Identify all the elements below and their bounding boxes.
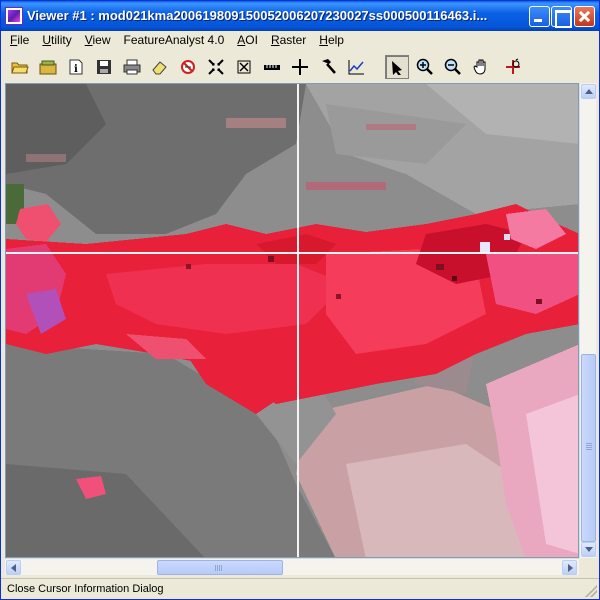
info-icon: i [69,59,83,75]
select-arrow-tool[interactable] [385,55,409,79]
menu-utility[interactable]: Utility [36,32,78,49]
ruler-tool[interactable] [260,55,284,79]
cursor-crosshair-vertical[interactable] [297,84,299,557]
vertical-scroll-thumb[interactable] [581,354,596,542]
clear-tool[interactable] [176,55,200,79]
image-viewport[interactable] [5,83,579,558]
hammer-icon [322,59,336,74]
menu-help[interactable]: Help [313,32,351,49]
crosshair-icon [292,59,308,75]
menu-file[interactable]: File [4,32,36,49]
profile-icon [348,60,364,75]
inquire-cursor-icon [506,58,520,74]
select-arrow-icon [392,61,402,75]
menu-aoi[interactable]: AOI [231,32,265,49]
hammer-tool[interactable] [316,55,340,79]
open-layer-tool[interactable] [36,55,60,79]
menu-featureanalyst[interactable]: FeatureAnalyst 4.0 [118,32,232,49]
menu-raster[interactable]: Raster [265,32,313,49]
vertical-scrollbar[interactable] [579,83,596,558]
shrink-tool[interactable] [204,55,228,79]
open-folder-icon [11,62,29,74]
scroll-left-button[interactable] [6,560,21,575]
menu-bar: File Utility View FeatureAnalyst 4.0 AOI… [1,31,599,50]
info-tool[interactable]: i [64,55,88,79]
profile-tool[interactable] [344,55,368,79]
toolbar: i [1,53,599,81]
arrow-left-icon [11,564,16,572]
minimize-button[interactable] [529,6,550,27]
resize-grip-icon[interactable] [585,585,597,597]
save-icon [97,60,111,74]
arrow-down-icon [585,547,593,552]
pan-hand-icon [473,59,486,75]
viewer-window: Viewer #1 : mod021kma2006198091500520062… [0,0,600,600]
scroll-right-button[interactable] [562,560,577,575]
crosshair-tool[interactable] [288,55,312,79]
satellite-image [6,84,578,557]
ruler-icon [264,65,280,70]
horizontal-scrollbar[interactable] [5,558,579,575]
save-tool[interactable] [92,55,116,79]
shrink-icon [208,59,224,75]
app-icon[interactable] [5,7,23,25]
arrow-right-icon [568,564,573,572]
fit-tool[interactable] [232,55,256,79]
grip-icon [586,443,592,450]
eraser-tool[interactable] [148,55,172,79]
maximize-button[interactable] [551,6,572,28]
cursor-crosshair-horizontal[interactable] [6,252,578,254]
scroll-up-button[interactable] [581,84,596,99]
zoom-in-icon [416,58,433,75]
zoom-in-tool[interactable] [413,55,437,79]
menu-view[interactable]: View [79,32,118,49]
status-text: Close Cursor Information Dialog [7,583,164,595]
zoom-out-tool[interactable] [441,55,465,79]
close-icon [575,7,594,26]
eraser-icon [152,61,167,75]
horizontal-scroll-thumb[interactable] [157,560,283,575]
scroll-down-button[interactable] [581,542,596,557]
print-tool[interactable] [120,55,144,79]
grip-icon [215,565,223,571]
window-title: Viewer #1 : mod021kma2006198091500520062… [27,8,488,23]
arrow-up-icon [585,89,593,94]
title-bar[interactable]: Viewer #1 : mod021kma2006198091500520062… [1,1,599,31]
svg-text:i: i [74,64,78,75]
no-entry-icon [181,60,195,74]
maximize-icon [552,7,572,28]
close-button[interactable] [574,6,595,27]
fit-icon [237,60,251,74]
inquire-cursor-tool[interactable] [502,55,526,79]
minimize-icon [530,7,549,26]
open-folder-tool[interactable] [8,55,32,79]
pan-hand-tool[interactable] [469,55,493,79]
zoom-out-icon [444,58,461,75]
open-layer-icon [39,60,57,75]
status-bar: Close Cursor Information Dialog [1,578,599,599]
print-icon [123,59,141,75]
